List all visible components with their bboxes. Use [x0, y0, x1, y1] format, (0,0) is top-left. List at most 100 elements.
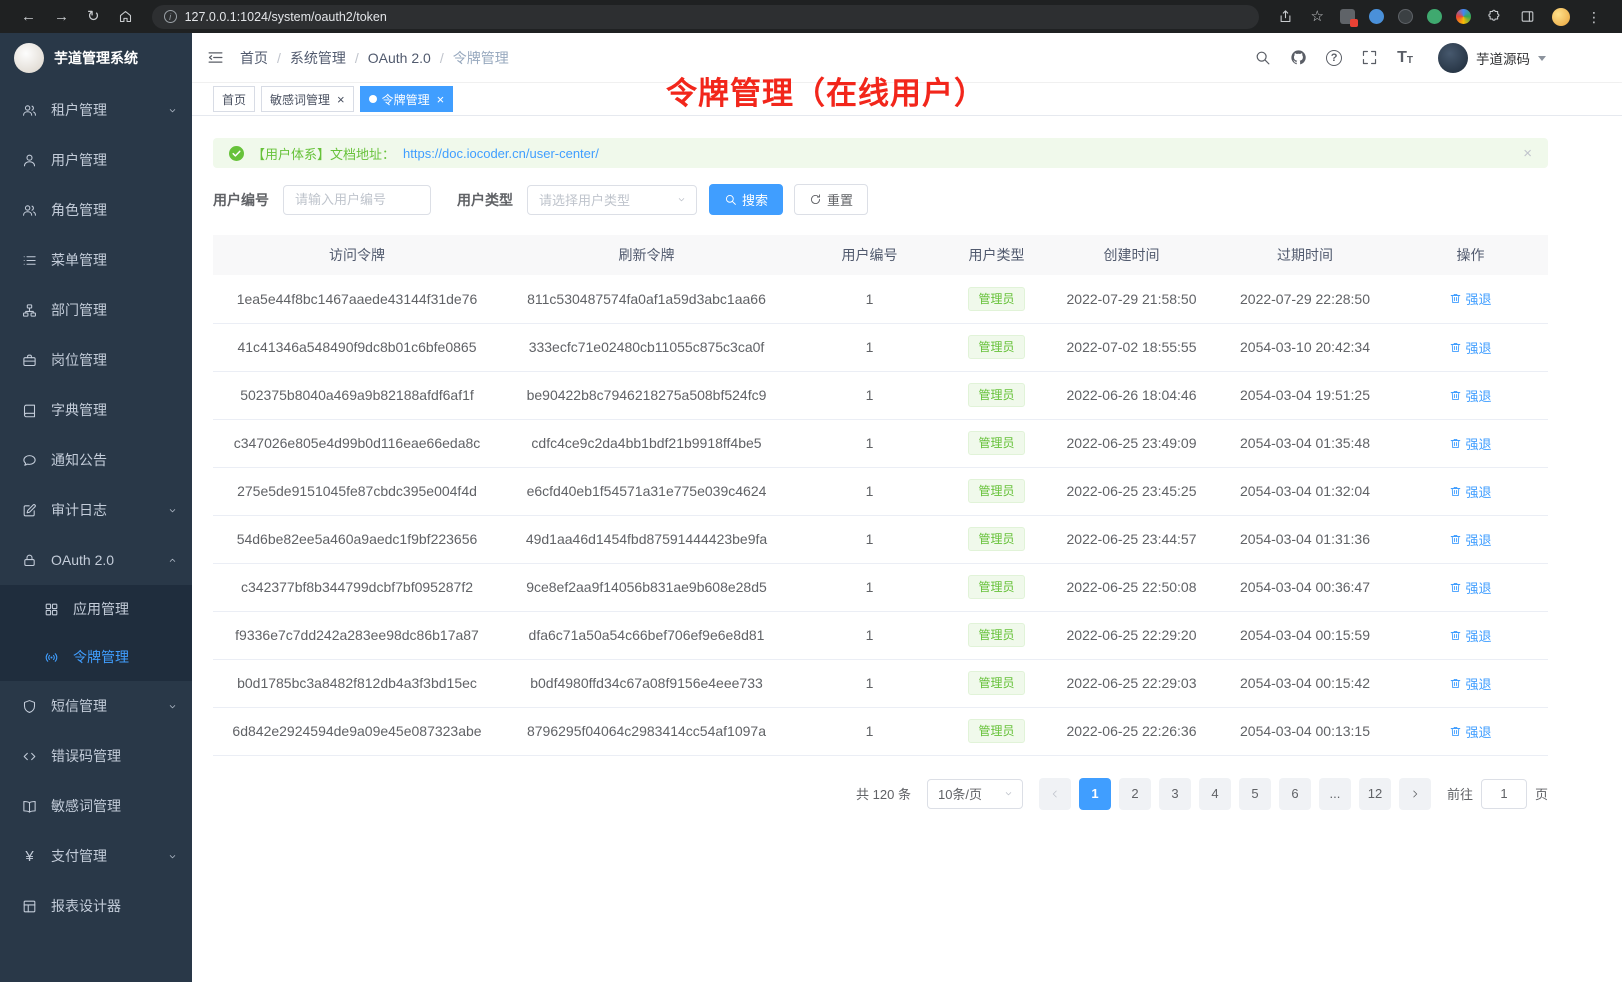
sidebar-item-user[interactable]: 用户管理 [0, 135, 192, 185]
force-logout-label: 强退 [1465, 722, 1491, 741]
goto-page-input[interactable] [1481, 779, 1527, 809]
refresh-token-cell: cdfc4ce9c2da4bb1bdf21b9918ff4be5 [501, 419, 792, 467]
page-button[interactable]: 2 [1119, 778, 1151, 810]
close-icon[interactable]: × [437, 93, 445, 106]
force-logout-button[interactable]: 强退 [1449, 722, 1491, 741]
force-logout-button[interactable]: 强退 [1449, 386, 1491, 405]
force-logout-button[interactable]: 强退 [1449, 530, 1491, 549]
close-icon[interactable]: × [1523, 145, 1532, 162]
sidebar-item-sensitive-word[interactable]: 敏感词管理 [0, 781, 192, 831]
address-bar[interactable]: i 127.0.0.1:1024/system/oauth2/token [152, 5, 1259, 29]
prev-page-button[interactable] [1039, 778, 1071, 810]
page-size-select[interactable]: 10条/页 [927, 779, 1023, 809]
action-cell: 强退 [1393, 275, 1548, 323]
submenu-item-token[interactable]: 令牌管理 [0, 633, 192, 681]
sidebar-item-audit-log[interactable]: 审计日志 [0, 485, 192, 535]
breadcrumb-item[interactable]: 系统管理 [290, 48, 346, 68]
user-menu[interactable]: 芋道源码 [1438, 43, 1546, 73]
sidebar-item-dept[interactable]: 部门管理 [0, 285, 192, 335]
column-header: 访问令牌 [213, 235, 501, 275]
token-table: 访问令牌 刷新令牌 用户编号 用户类型 创建时间 过期时间 操作 1ea5e44… [213, 235, 1548, 756]
sidebar-item-sms[interactable]: 短信管理 [0, 681, 192, 731]
reset-button[interactable]: 重置 [794, 184, 868, 215]
sidebar-item-payment[interactable]: ¥ 支付管理 [0, 831, 192, 881]
home-icon[interactable] [118, 9, 133, 24]
create-time-cell: 2022-07-29 21:58:50 [1046, 275, 1217, 323]
force-logout-button[interactable]: 强退 [1449, 482, 1491, 501]
extension-icon[interactable] [1369, 9, 1384, 24]
force-logout-button[interactable]: 强退 [1449, 338, 1491, 357]
extensions-puzzle-icon[interactable] [1487, 9, 1502, 24]
sidebar-item-notice[interactable]: 通知公告 [0, 435, 192, 485]
submenu-item-app[interactable]: 应用管理 [0, 585, 192, 633]
sidebar-item-role[interactable]: 角色管理 [0, 185, 192, 235]
search-button[interactable]: 搜索 [709, 184, 783, 215]
force-logout-button[interactable]: 强退 [1449, 626, 1491, 645]
force-logout-button[interactable]: 强退 [1449, 434, 1491, 453]
browser-profile-avatar[interactable] [1552, 8, 1570, 26]
share-icon[interactable] [1278, 9, 1293, 24]
tab-sensitive-word[interactable]: 敏感词管理 × [261, 86, 354, 112]
page-buttons: 1 2 3 4 5 6 ... 12 [1079, 778, 1391, 810]
sidebar-item-menu[interactable]: 菜单管理 [0, 235, 192, 285]
site-info-icon[interactable]: i [164, 10, 177, 23]
font-size-icon[interactable]: TT [1397, 50, 1413, 66]
side-panel-icon[interactable] [1520, 9, 1535, 24]
sidebar-item-oauth[interactable]: OAuth 2.0 [0, 535, 192, 585]
help-icon[interactable]: ? [1326, 50, 1342, 66]
sidebar-item-error-code[interactable]: 错误码管理 [0, 731, 192, 781]
next-page-button[interactable] [1399, 778, 1431, 810]
force-logout-button[interactable]: 强退 [1449, 289, 1491, 308]
sidebar-item-report-designer[interactable]: 报表设计器 [0, 881, 192, 931]
extension-icon[interactable] [1456, 9, 1471, 24]
app-logo[interactable]: 芋道管理系统 [0, 33, 192, 83]
chevron-down-icon [1003, 788, 1014, 799]
action-cell: 强退 [1393, 419, 1548, 467]
force-logout-button[interactable]: 强退 [1449, 674, 1491, 693]
user-type-select[interactable]: 请选择用户类型 [527, 185, 697, 215]
chevron-down-icon [1538, 56, 1546, 61]
fullscreen-icon[interactable] [1361, 49, 1378, 66]
doc-link[interactable]: https://doc.iocoder.cn/user-center/ [403, 146, 599, 161]
font-size-small-glyph: T [1407, 56, 1413, 66]
forward-icon[interactable]: → [45, 9, 78, 24]
sidebar-item-post[interactable]: 岗位管理 [0, 335, 192, 385]
extension-icon[interactable] [1398, 9, 1413, 24]
browser-menu-icon[interactable]: ⋮ [1578, 10, 1610, 24]
sidebar-item-dict[interactable]: 字典管理 [0, 385, 192, 435]
alert-text: 【用户体系】文档地址： [252, 144, 395, 163]
table-row: 54d6be82ee5a460a9aedc1f9bf223656 49d1aa4… [213, 515, 1548, 563]
sidebar-item-label: 菜单管理 [51, 250, 178, 270]
extension-icon[interactable] [1427, 9, 1442, 24]
breadcrumb-item[interactable]: OAuth 2.0 [368, 50, 431, 66]
user-type-tag: 管理员 [968, 479, 1024, 503]
search-icon[interactable] [1254, 49, 1271, 66]
user-id-cell: 1 [792, 467, 947, 515]
sidebar-item-label: 租户管理 [51, 100, 167, 120]
page-button[interactable]: 4 [1199, 778, 1231, 810]
table-row: c347026e805e4d99b0d116eae66eda8c cdfc4ce… [213, 419, 1548, 467]
extension-icon[interactable] [1340, 9, 1355, 24]
reset-button-label: 重置 [827, 190, 853, 209]
sidebar-item-tenant[interactable]: 租户管理 [0, 85, 192, 135]
page-button[interactable]: 12 [1359, 778, 1391, 810]
reload-icon[interactable]: ↻ [78, 9, 109, 24]
page-button[interactable]: ... [1319, 778, 1351, 810]
user-id-input[interactable] [283, 185, 431, 215]
page-button[interactable]: 6 [1279, 778, 1311, 810]
page-button[interactable]: 5 [1239, 778, 1271, 810]
tab-token[interactable]: 令牌管理 × [360, 86, 454, 112]
tab-home[interactable]: 首页 [213, 86, 255, 112]
force-logout-label: 强退 [1465, 578, 1491, 597]
close-icon[interactable]: × [337, 93, 345, 106]
page-button[interactable]: 1 [1079, 778, 1111, 810]
breadcrumb-item[interactable]: 首页 [240, 48, 268, 68]
user-type-tag: 管理员 [968, 671, 1024, 695]
page-button[interactable]: 3 [1159, 778, 1191, 810]
force-logout-button[interactable]: 强退 [1449, 578, 1491, 597]
back-icon[interactable]: ← [12, 9, 45, 24]
user-type-tag: 管理员 [968, 287, 1024, 311]
github-icon[interactable] [1290, 49, 1307, 66]
bookmark-star-icon[interactable]: ☆ [1302, 9, 1333, 24]
sidebar-collapse-icon[interactable] [207, 49, 224, 66]
